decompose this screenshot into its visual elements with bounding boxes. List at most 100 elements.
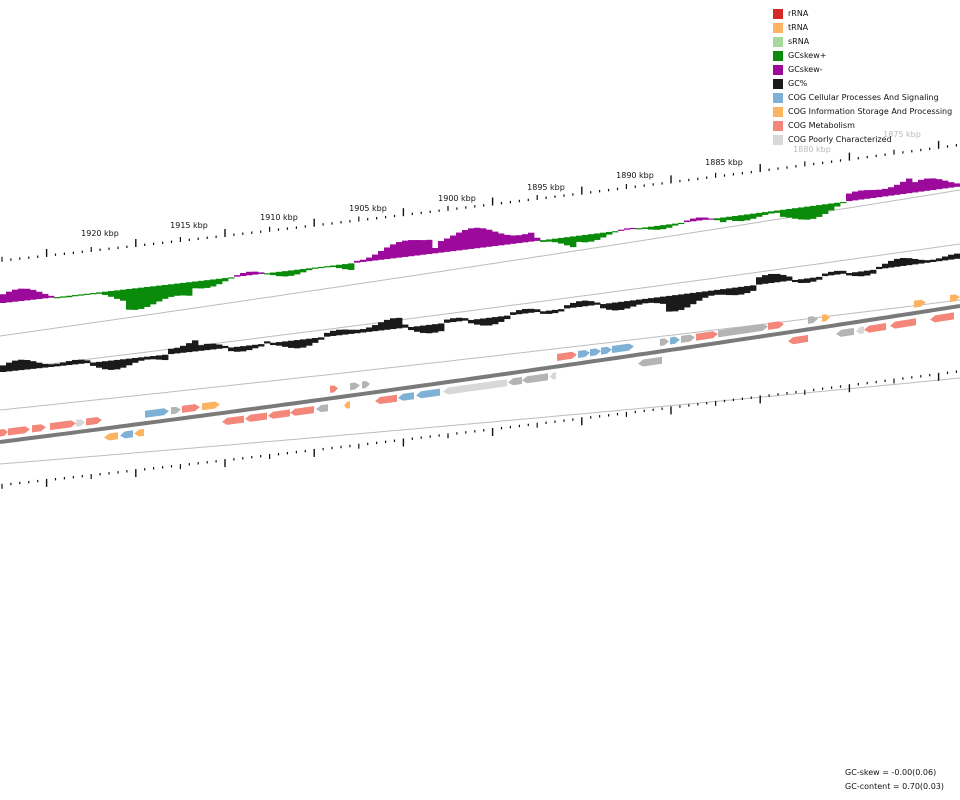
gc-content-bar: [912, 258, 919, 265]
gene-feature: [76, 419, 85, 427]
gc-skew-negative-bar: [690, 218, 697, 222]
gc-content-bar: [108, 360, 115, 370]
gc-content-bar: [30, 361, 37, 369]
gc-skew-positive-bar: [132, 288, 139, 310]
gc-content-bar: [612, 302, 619, 311]
gene-feature: [8, 426, 30, 436]
gc-content-bar: [234, 346, 241, 352]
gc-content-bar: [930, 259, 937, 262]
gc-content-bar: [204, 343, 211, 351]
gc-skew-positive-bar: [564, 237, 571, 246]
gc-skew-positive-bar: [666, 224, 673, 228]
gc-content-bar: [264, 341, 271, 344]
gc-skew-positive-bar: [600, 232, 607, 238]
legend-label: tRNA: [788, 23, 809, 32]
gc-content-bar: [246, 345, 253, 351]
kbp-labels: 1920 kbp 1915 kbp 1910 kbp 1905 kbp 1900 kbp…: [81, 130, 921, 238]
gc-skew-negative-bar: [924, 178, 931, 191]
gc-content-bar: [708, 290, 715, 296]
gc-skew-negative-bar: [894, 184, 901, 195]
gc-content-bar: [48, 364, 55, 367]
gc-skew-positive-bar: [570, 236, 577, 248]
gc-content-bar: [876, 266, 883, 270]
gc-content-bar: [102, 361, 109, 370]
gene-feature: [50, 420, 76, 431]
gc-skew-track: [0, 178, 960, 310]
gc-skew-negative-bar: [936, 179, 943, 190]
gc-skew-negative-bar: [378, 251, 385, 260]
gene-feature: [416, 388, 440, 399]
gc-content-bar: [702, 291, 709, 298]
gc-skew-negative-bar: [426, 239, 433, 255]
gc-content-bar: [342, 329, 349, 335]
gc-skew-negative-bar: [630, 227, 637, 230]
gc-skew-negative-bar: [870, 189, 877, 198]
gc-content-bar: [348, 329, 355, 334]
gene-feature: [950, 294, 960, 303]
legend-swatch: [773, 135, 783, 145]
gc-content-bar: [138, 357, 145, 361]
gc-content-bar: [624, 301, 631, 309]
gc-skew-positive-bar: [756, 212, 763, 217]
gc-skew-positive-bar: [768, 211, 775, 214]
gc-skew-positive-bar: [168, 284, 175, 297]
gc-content-bar: [216, 344, 223, 349]
gc-skew-negative-bar: [858, 190, 865, 200]
gc-skew-negative-bar: [0, 294, 7, 303]
gc-content-bar: [540, 311, 547, 314]
gc-skew-positive-bar: [288, 270, 295, 276]
gc-skew-positive-bar: [186, 282, 193, 296]
gene-feature: [550, 372, 556, 380]
gc-content-bar: [258, 344, 265, 347]
legend-swatch: [773, 121, 783, 131]
kbp-label: 1920 kbp: [81, 229, 119, 238]
gc-skew-negative-bar: [384, 247, 391, 260]
gc-content-bar: [198, 345, 205, 351]
gc-skew-negative-bar: [456, 232, 463, 251]
gc-skew-positive-bar: [276, 271, 283, 277]
gc-skew-negative-bar: [852, 191, 859, 201]
gc-skew-positive-bar: [162, 284, 169, 299]
gc-content-bar: [780, 274, 787, 282]
gc-skew-positive-bar: [774, 210, 781, 213]
legend-label: GC%: [788, 79, 808, 88]
gc-content-bar: [924, 260, 931, 263]
gene-feature: [120, 430, 133, 439]
gc-skew-positive-bar: [72, 295, 79, 297]
gc-content-bar: [330, 330, 337, 336]
gene-feature: [134, 428, 144, 437]
gc-skew-positive-bar: [60, 296, 67, 298]
gc-skew-positive-bar: [318, 266, 325, 269]
gc-content-bar: [156, 355, 163, 360]
gc-content-bar: [192, 340, 199, 352]
gc-skew-negative-bar: [402, 240, 409, 257]
gc-content-bar: [132, 357, 139, 363]
gc-skew-positive-bar: [816, 205, 823, 217]
gc-skew-positive-bar: [840, 201, 847, 204]
gc-content-bar: [300, 339, 307, 348]
gene-feature: [32, 424, 46, 433]
gc-skew-positive-bar: [210, 279, 217, 287]
gc-content-bar: [420, 325, 427, 333]
gc-content-bar: [804, 278, 811, 283]
gc-skew-negative-bar: [246, 271, 253, 276]
gc-content-bar: [888, 260, 895, 268]
gene-feature: [788, 334, 808, 345]
gene-feature: [768, 321, 784, 330]
gc-content-bar: [366, 327, 373, 332]
track-guide-line: [0, 299, 960, 411]
gc-content-bar: [774, 273, 781, 283]
gc-content-bar: [438, 323, 445, 332]
gc-content-bar: [570, 302, 577, 308]
gc-content-bar: [444, 319, 451, 323]
kbp-label: 1895 kbp: [527, 183, 565, 192]
gc-content-bar: [522, 308, 529, 314]
gc-skew-negative-bar: [372, 254, 379, 261]
gc-content-bar: [864, 270, 871, 276]
legend-swatch: [773, 9, 783, 19]
gc-skew-positive-bar: [306, 268, 313, 271]
gc-content-bar: [636, 299, 643, 305]
gc-skew-negative-bar: [450, 235, 457, 252]
gc-content-bar: [918, 259, 925, 264]
gc-skew-positive-bar: [810, 205, 817, 219]
